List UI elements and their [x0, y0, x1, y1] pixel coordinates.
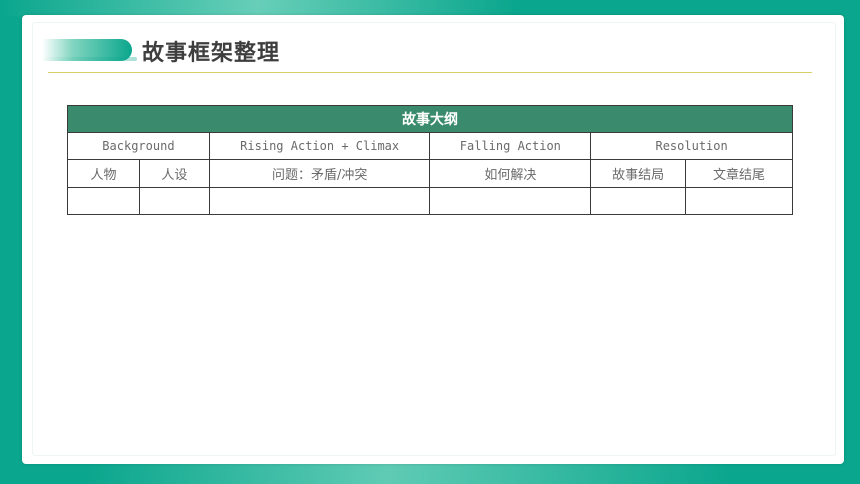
subheader-resolution-method[interactable]: 如何解决	[429, 159, 592, 188]
slide-inner-border	[32, 22, 836, 456]
story-outline-table: 故事大纲 Background Rising Action + Climax F…	[67, 105, 793, 215]
subheader-characters[interactable]: 人物	[67, 159, 140, 188]
title-underline	[48, 72, 812, 73]
subheader-story-ending[interactable]: 故事结局	[590, 159, 687, 188]
title-accent-shadow	[42, 57, 137, 61]
table-cell-empty[interactable]	[685, 187, 793, 215]
table-cell-empty[interactable]	[67, 187, 140, 215]
table-row	[67, 187, 793, 215]
table-cell-empty[interactable]	[590, 187, 687, 215]
table-cell-empty[interactable]	[429, 187, 592, 215]
table-cell-empty[interactable]	[208, 187, 431, 215]
section-falling-action[interactable]: Falling Action	[429, 132, 592, 160]
table-section-row: Background Rising Action + Climax Fallin…	[67, 132, 793, 160]
section-resolution[interactable]: Resolution	[590, 132, 793, 160]
table-header-cell: 故事大纲	[67, 105, 793, 133]
table-subheader-row: 人物 人设 问题：矛盾/冲突 如何解决 故事结局 文章结尾	[67, 159, 793, 188]
slide-canvas: 故事框架整理 故事大纲 Background Rising Action + C…	[22, 15, 844, 464]
section-rising-action[interactable]: Rising Action + Climax	[208, 132, 431, 160]
table-cell-empty[interactable]	[138, 187, 210, 215]
table-header-row: 故事大纲	[67, 105, 793, 133]
subheader-persona[interactable]: 人设	[138, 159, 210, 188]
section-background[interactable]: Background	[67, 132, 210, 160]
subheader-article-ending[interactable]: 文章结尾	[685, 159, 793, 188]
subheader-conflict[interactable]: 问题：矛盾/冲突	[208, 159, 431, 188]
slide-title: 故事框架整理	[142, 41, 281, 66]
